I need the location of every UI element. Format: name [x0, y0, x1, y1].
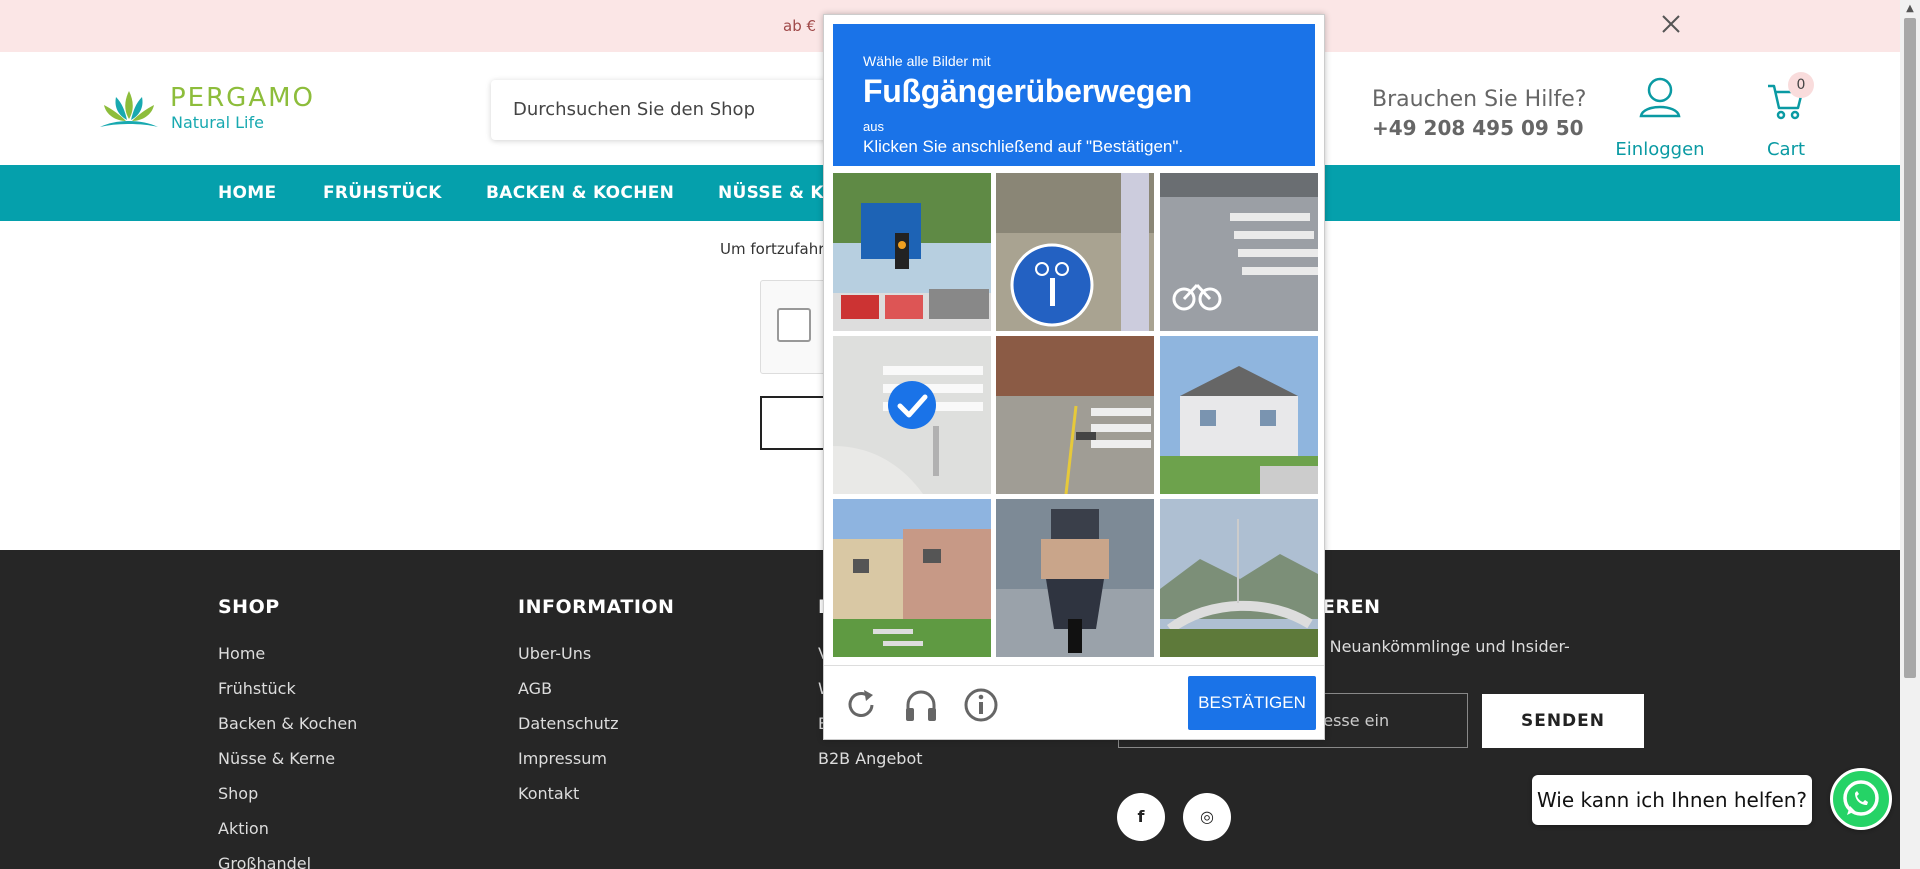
captcha-tile[interactable]	[1160, 173, 1318, 331]
captcha-aus: aus	[863, 119, 884, 134]
house-street-image	[1160, 336, 1318, 494]
bike-pedestrian-sign-image	[996, 173, 1154, 331]
footer-link[interactable]: Shop	[218, 784, 258, 803]
chat-bubble[interactable]: Wie kann ich Ihnen helfen?	[1532, 775, 1812, 825]
crosswalk-bike-lane-image	[1160, 173, 1318, 331]
footer-link[interactable]: Home	[218, 644, 265, 663]
captcha-tile[interactable]	[833, 173, 991, 331]
captcha-tile[interactable]	[1160, 499, 1318, 657]
street-sign-traffic-light-image	[833, 173, 991, 331]
reload-icon[interactable]	[842, 686, 880, 724]
footer-link[interactable]: Datenschutz	[518, 714, 618, 733]
nav-item-backen-kochen[interactable]: BACKEN & KOCHEN	[486, 183, 674, 203]
captcha-challenge: Wähle alle Bilder mit Fußgängerüberwegen…	[823, 14, 1325, 740]
scroll-up-arrow-icon[interactable]: ▲	[1900, 0, 1920, 17]
cart-count-badge: 0	[1788, 72, 1814, 98]
logo[interactable]: PERGAMO Natural Life	[96, 83, 313, 135]
user-icon	[1639, 77, 1681, 118]
captcha-checkbox[interactable]	[777, 308, 811, 342]
footer-link[interactable]: Kontakt	[518, 784, 579, 803]
checkmark-icon	[888, 381, 936, 429]
nav-item-nuesse-kerne[interactable]: NÜSSE & KE	[718, 183, 836, 203]
facebook-icon[interactable]: f	[1117, 793, 1165, 841]
audio-icon[interactable]	[902, 686, 940, 724]
close-icon[interactable]	[1660, 13, 1682, 35]
captcha-tile[interactable]	[996, 499, 1154, 657]
captcha-tile[interactable]	[996, 173, 1154, 331]
apartment-buildings-image	[833, 499, 991, 657]
announcement-text: ab €	[783, 17, 817, 35]
footer-heading-shop: SHOP	[218, 596, 280, 618]
help-phone[interactable]: +49 208 495 09 50	[1372, 116, 1584, 140]
captcha-instruction: Klicken Sie anschließend auf "Bestätigen…	[863, 137, 1184, 156]
captcha-tile-selected[interactable]	[833, 336, 991, 494]
captcha-tile[interactable]	[833, 499, 991, 657]
footer-link[interactable]: AGB	[518, 679, 552, 698]
footer-link[interactable]: Backen & Kochen	[218, 714, 357, 733]
crosswalk-bike-path-image	[996, 336, 1154, 494]
captcha-header: Wähle alle Bilder mit Fußgängerüberwegen…	[833, 24, 1315, 166]
account-label: Einloggen	[1615, 139, 1705, 160]
captcha-tile[interactable]	[1160, 336, 1318, 494]
footer-heading-newsletter: EREN	[1322, 596, 1381, 618]
captcha-keyword: Fußgängerüberwegen	[863, 73, 1192, 109]
captcha-divider	[824, 665, 1324, 666]
search-input[interactable]: Durchsuchen Sie den Shop	[491, 80, 851, 140]
nav-item-home[interactable]: HOME	[218, 183, 276, 203]
send-button[interactable]: SENDEN	[1482, 694, 1644, 748]
account-link[interactable]: Einloggen	[1612, 72, 1708, 160]
footer-link[interactable]: Nüsse & Kerne	[218, 749, 335, 768]
bridge-hills-image	[1160, 499, 1318, 657]
footer-link[interactable]: Uber-Uns	[518, 644, 591, 663]
footer-link[interactable]: Großhandel	[218, 854, 311, 869]
whatsapp-icon	[1843, 780, 1879, 816]
cart-link[interactable]: 0 Cart	[1756, 72, 1816, 160]
info-icon[interactable]	[962, 686, 1000, 724]
scroll-thumb[interactable]	[1904, 18, 1916, 678]
page-scrollbar[interactable]: ▲	[1900, 0, 1920, 869]
footer-link[interactable]: Frühstück	[218, 679, 296, 698]
footer-link[interactable]: B2B Angebot	[818, 749, 923, 768]
email-placeholder: resse ein	[1317, 711, 1390, 730]
motorcycle-rider-image	[996, 499, 1154, 657]
footer-link[interactable]: Impressum	[518, 749, 607, 768]
nav-item-fruehstueck[interactable]: FRÜHSTÜCK	[323, 183, 442, 203]
verify-button[interactable]: BESTÄTIGEN	[1188, 676, 1316, 730]
logo-wordmark: PERGAMO	[170, 83, 316, 113]
cart-label: Cart	[1766, 139, 1806, 160]
search-placeholder: Durchsuchen Sie den Shop	[513, 99, 755, 120]
captcha-tile[interactable]	[996, 336, 1154, 494]
footer-heading-information: INFORMATION	[518, 596, 675, 618]
continue-text: Um fortzufahr	[720, 240, 825, 258]
help-question: Brauchen Sie Hilfe?	[1372, 87, 1587, 112]
whatsapp-button[interactable]	[1830, 768, 1892, 830]
lotus-logo-icon	[100, 91, 158, 127]
instagram-icon[interactable]: ◎	[1183, 793, 1231, 841]
footer-link[interactable]: Aktion	[218, 819, 269, 838]
logo-tagline: Natural Life	[171, 113, 264, 132]
captcha-prompt-line: Wähle alle Bilder mit	[863, 53, 991, 69]
